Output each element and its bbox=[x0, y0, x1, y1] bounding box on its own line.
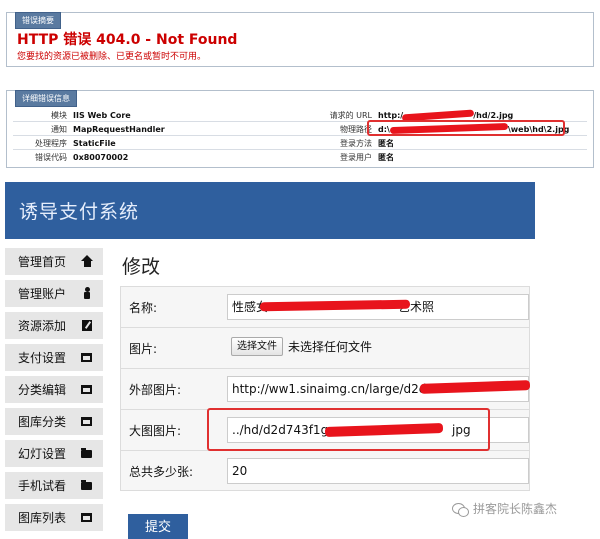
divider bbox=[13, 149, 587, 150]
detail-row: 处理程序 StaticFile bbox=[7, 138, 116, 149]
detail-key: 处理程序 bbox=[35, 139, 67, 148]
window-icon bbox=[81, 351, 93, 363]
sidebar-item-category-edit[interactable]: 分类编辑 bbox=[5, 376, 103, 403]
sidebar-item-payment-settings[interactable]: 支付设置 bbox=[5, 344, 103, 371]
detail-row: 模块 IIS Web Core bbox=[7, 110, 131, 121]
error-summary-panel: 错误摘要 HTTP 错误 404.0 - Not Found 您要找的资源已被删… bbox=[6, 12, 594, 67]
file-status: 未选择任何文件 bbox=[288, 340, 373, 354]
submit-button[interactable]: 提交 bbox=[128, 514, 188, 539]
choose-file-button[interactable]: 选择文件 bbox=[231, 337, 283, 356]
sidebar-item-label: 图库列表 bbox=[18, 511, 67, 525]
detail-key: 模块 bbox=[51, 111, 67, 120]
window-icon bbox=[81, 415, 93, 427]
sidebar-item-label: 资源添加 bbox=[18, 319, 67, 333]
folder-icon bbox=[81, 479, 93, 491]
detail-key: 物理路径 bbox=[340, 125, 372, 134]
sidebar-item-label: 幻灯设置 bbox=[18, 447, 67, 461]
detail-row: 登录用户 匿名 bbox=[317, 152, 394, 163]
url-start: http:/ bbox=[378, 111, 404, 120]
name-label: 名称: bbox=[129, 301, 158, 315]
error-title: HTTP 错误 404.0 - Not Found bbox=[17, 32, 238, 48]
sidebar-item-gallery-list[interactable]: 图库列表 bbox=[5, 504, 103, 531]
detail-value: 匿名 bbox=[378, 139, 394, 148]
sidebar-item-home[interactable]: 管理首页 bbox=[5, 248, 103, 275]
image-file-input: 选择文件 未选择任何文件 bbox=[227, 335, 529, 361]
watermark-text: 拼客院长陈鑫杰 bbox=[473, 502, 558, 516]
detail-key: 登录用户 bbox=[340, 153, 372, 162]
watermark: 拼客院长陈鑫杰 bbox=[452, 500, 557, 517]
folder-icon bbox=[81, 447, 93, 459]
sidebar-item-slideshow-settings[interactable]: 幻灯设置 bbox=[5, 440, 103, 467]
sidebar-item-label: 图库分类 bbox=[18, 415, 67, 429]
count-label: 总共多少张: bbox=[129, 465, 194, 479]
detail-value: StaticFile bbox=[73, 139, 116, 148]
external-image-label: 外部图片: bbox=[129, 383, 182, 397]
sidebar-item-label: 管理首页 bbox=[18, 255, 67, 269]
image-label: 图片: bbox=[129, 342, 158, 356]
edit-icon bbox=[81, 319, 93, 331]
sidebar-item-label: 分类编辑 bbox=[18, 383, 67, 397]
sidebar-item-account[interactable]: 管理账户 bbox=[5, 280, 103, 307]
app-header: 诱导支付系统 bbox=[5, 182, 535, 239]
window-icon bbox=[81, 383, 93, 395]
sidebar-item-gallery-category[interactable]: 图库分类 bbox=[5, 408, 103, 435]
url-end: /hd/2.jpg bbox=[473, 111, 514, 120]
detail-row: 错误代码 0x80070002 bbox=[7, 152, 128, 163]
error-detail-tab: 详细错误信息 bbox=[15, 90, 77, 107]
detail-row: 通知 MapRequestHandler bbox=[7, 124, 165, 135]
chat-icon bbox=[452, 502, 469, 517]
admin-app: 诱导支付系统 管理首页 管理账户 资源添加 支付设置 分类编辑 图库分类 幻灯设… bbox=[0, 180, 600, 539]
error-summary-tab: 错误摘要 bbox=[15, 12, 61, 29]
form-row-count: 总共多少张: 20 bbox=[120, 450, 530, 491]
home-icon bbox=[81, 255, 93, 267]
app-title: 诱导支付系统 bbox=[19, 201, 140, 223]
detail-value: 0x80070002 bbox=[73, 153, 129, 162]
sidebar-item-label: 管理账户 bbox=[18, 287, 67, 301]
detail-key: 错误代码 bbox=[35, 153, 67, 162]
highlight-box bbox=[367, 120, 565, 136]
count-input[interactable]: 20 bbox=[227, 458, 529, 484]
large-image-label: 大图图片: bbox=[129, 424, 182, 438]
window-icon bbox=[81, 511, 93, 523]
detail-value: 匿名 bbox=[378, 153, 394, 162]
detail-row: 登录方法 匿名 bbox=[317, 138, 394, 149]
form-row-image: 图片: 选择文件 未选择任何文件 bbox=[120, 327, 530, 368]
page-title: 修改 bbox=[122, 256, 161, 278]
error-description: 您要找的资源已被删除、已更名或暂时不可用。 bbox=[17, 52, 207, 62]
detail-key: 通知 bbox=[51, 125, 67, 134]
sidebar-item-mobile-preview[interactable]: 手机试看 bbox=[5, 472, 103, 499]
detail-value: MapRequestHandler bbox=[73, 125, 165, 134]
sidebar-item-label: 支付设置 bbox=[18, 351, 67, 365]
highlight-box bbox=[207, 408, 490, 451]
iis-error-page: 错误摘要 HTTP 错误 404.0 - Not Found 您要找的资源已被删… bbox=[0, 0, 600, 172]
detail-value: IIS Web Core bbox=[73, 111, 131, 120]
detail-key: 登录方法 bbox=[340, 139, 372, 148]
sidebar-item-label: 手机试看 bbox=[18, 479, 67, 493]
sidebar: 管理首页 管理账户 资源添加 支付设置 分类编辑 图库分类 幻灯设置 手机试看 … bbox=[5, 248, 103, 536]
user-icon bbox=[81, 287, 93, 299]
detail-key: 请求的 URL bbox=[329, 111, 372, 120]
sidebar-item-add-resource[interactable]: 资源添加 bbox=[5, 312, 103, 339]
